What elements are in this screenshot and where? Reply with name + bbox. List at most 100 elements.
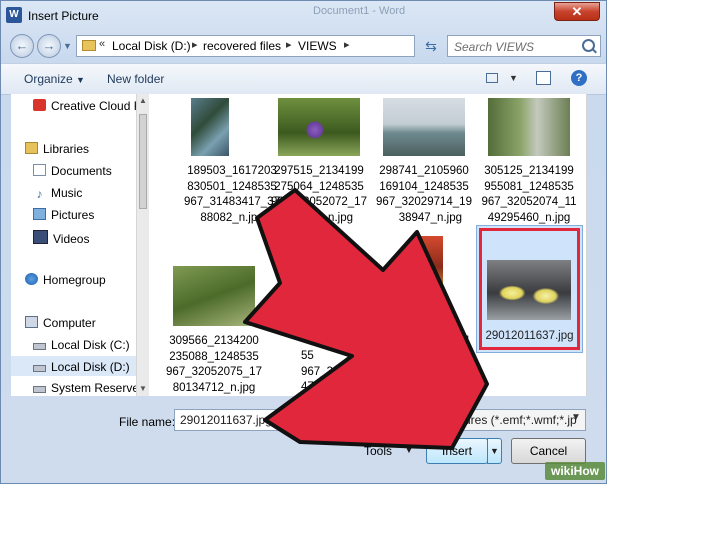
file-name-line: 967_31483417_37 — [184, 196, 280, 208]
file-name-line: 955081_1248535 — [484, 180, 574, 193]
nav-pane-scrollbar[interactable]: ▲ ▼ — [136, 94, 149, 396]
file-thumbnail[interactable] — [487, 260, 571, 320]
nav-item-local-disk-d[interactable]: Local Disk (D:) — [11, 356, 136, 376]
chevron-down-icon: ▼ — [490, 446, 499, 456]
nav-item-homegroup[interactable]: Homegroup — [25, 273, 106, 287]
file-thumbnail[interactable] — [173, 266, 255, 326]
file-name-line: 967_32052072_17 — [271, 196, 367, 208]
file-name-line: 189503_1617203 — [187, 165, 277, 177]
file-list-scrollbar[interactable]: ▲ ▼ — [586, 94, 587, 396]
file-name-field[interactable]: 29012011637.jpg — [174, 409, 432, 431]
file-list: 189503_1617203 830501_1248535 967_31483417… — [149, 94, 587, 396]
file-thumbnail[interactable] — [413, 236, 443, 298]
dialog-footer: File name: 29012011637.jpg Pictures (*.e… — [1, 397, 606, 483]
insert-picture-dialog: W Insert Picture Document1 - Word ✕ ← → … — [0, 0, 607, 484]
back-button[interactable]: ← — [10, 34, 34, 58]
organize-button[interactable]: Organize ▼ — [24, 72, 85, 86]
homegroup-icon — [25, 273, 38, 285]
file-name-line: 967_32029714_19 — [376, 196, 472, 208]
creative-cloud-icon — [33, 99, 46, 111]
command-toolbar: Organize ▼ New folder ▼ ? — [1, 63, 606, 95]
file-thumbnail[interactable] — [191, 98, 229, 156]
nav-item-label: Music — [51, 186, 83, 200]
insert-button[interactable]: Insert — [426, 438, 488, 464]
file-thumbnail[interactable] — [488, 98, 570, 156]
file-name-line: 49295460_n.jpg — [487, 211, 571, 224]
change-view-icon[interactable] — [486, 73, 498, 83]
search-icon — [582, 39, 595, 52]
file-type-select[interactable]: Pictures (*.emf;*.wmf;*.jp — [438, 409, 586, 431]
file-name-line: 80134712_n.jpg — [172, 381, 256, 394]
file-name-label: 298741_2105960 169104_1248535 967_32029714… — [376, 164, 472, 226]
file-name-label: 305125_2134199 955081_1248535 967_32052074… — [481, 164, 577, 226]
breadcrumb-local-disk-d[interactable]: Local Disk (D:) — [112, 39, 191, 53]
file-name-line: 169104_1248535 — [379, 180, 469, 193]
videos-icon — [33, 230, 48, 244]
file-name-line: 297515_2134199 — [274, 165, 364, 177]
file-name-line: 474905_n.jpg — [301, 381, 371, 393]
nav-item-libraries[interactable]: Libraries — [25, 142, 89, 156]
tools-menu-button[interactable]: Tools — [364, 444, 392, 458]
breadcrumb-overflow[interactable]: « — [99, 38, 105, 50]
file-name-line: 235088_1248535 — [169, 350, 259, 363]
insert-options-dropdown[interactable]: ▼ — [487, 438, 502, 464]
nav-item-creative-cloud[interactable]: Creative Cloud F — [33, 99, 141, 113]
help-icon[interactable]: ? — [571, 70, 587, 86]
pictures-icon — [33, 208, 46, 220]
selected-file-tile[interactable]: 29012011637.jpg — [476, 225, 583, 353]
search-input[interactable]: Search VIEWS — [447, 35, 601, 57]
nav-item-label: Videos — [53, 232, 90, 246]
libraries-icon — [25, 142, 38, 154]
scroll-up-icon[interactable]: ▲ — [139, 96, 147, 105]
breadcrumb-separator-icon: ▸ — [344, 39, 350, 51]
nav-item-label: Local Disk (D:) — [51, 360, 130, 374]
nav-item-computer[interactable]: Computer — [25, 316, 96, 330]
file-name-line: 38947_n.jpg — [398, 211, 462, 224]
address-bar[interactable]: « Local Disk (D:) ▸ recovered files ▸ VI… — [76, 35, 485, 57]
nav-item-label: Computer — [43, 316, 96, 330]
file-name-label: 55 967_32052 474905_n.jpg — [271, 349, 381, 396]
file-name-line: 1878.jpg — [424, 333, 469, 345]
chevron-down-icon[interactable]: ▼ — [404, 445, 414, 456]
nav-item-label: Libraries — [43, 142, 90, 156]
nav-item-label: Local Disk (C:) — [51, 338, 130, 352]
new-folder-button[interactable]: New folder — [107, 72, 164, 86]
file-thumbnail[interactable] — [383, 98, 465, 156]
chevron-down-icon[interactable]: ▼ — [571, 412, 581, 423]
refresh-icon: ⇆ — [425, 38, 437, 54]
scroll-down-icon[interactable]: ▼ — [139, 384, 147, 393]
nav-scrollbar-thumb[interactable] — [139, 114, 147, 209]
recent-locations-dropdown[interactable]: ▼ — [63, 41, 72, 51]
navigation-pane: Creative Cloud F Libraries Documents ♪ Mu… — [11, 94, 149, 396]
nav-item-music[interactable]: ♪ Music — [33, 186, 83, 201]
file-name-label: 29012011637.jpg — [485, 330, 574, 342]
file-thumbnail[interactable] — [278, 266, 328, 326]
nav-item-system-reserved[interactable]: System Reserved — [33, 381, 146, 395]
file-name-line: 309566_2134200 — [169, 335, 259, 347]
view-options-dropdown-icon[interactable]: ▼ — [509, 73, 518, 83]
close-icon: ✕ — [571, 4, 583, 19]
nav-item-documents[interactable]: Documents — [33, 164, 112, 178]
file-thumbnail[interactable] — [278, 98, 360, 156]
file-name-label: 189503_1617203 830501_1248535 967_31483417… — [184, 164, 280, 226]
file-name-line: 830501_1248535 — [187, 180, 277, 193]
cancel-button[interactable]: Cancel — [511, 438, 586, 464]
close-button[interactable]: ✕ — [554, 2, 600, 21]
nav-item-pictures[interactable]: Pictures — [33, 208, 94, 222]
file-name-line: 967_32052 — [301, 365, 359, 378]
refresh-button[interactable]: ⇆ — [421, 37, 441, 57]
nav-item-local-disk-c[interactable]: Local Disk (C:) — [33, 338, 130, 352]
file-name-label: File name: — [119, 415, 176, 429]
music-icon: ♪ — [36, 187, 43, 201]
nav-item-label: System Reserved — [51, 381, 146, 395]
breadcrumb-recovered-files[interactable]: recovered files — [203, 39, 281, 53]
file-name-line: 967_32052074_11 — [481, 196, 577, 208]
preview-pane-icon[interactable] — [536, 71, 551, 85]
nav-item-label: Documents — [51, 164, 112, 178]
file-name-label: 309566_2134200 235088_1248535 967_32052075… — [166, 334, 262, 396]
breadcrumb-views[interactable]: VIEWS — [298, 39, 337, 53]
nav-item-videos[interactable]: Videos — [33, 230, 89, 246]
nav-item-label: Pictures — [51, 208, 95, 222]
file-name-line: 298741_2105960 — [379, 165, 469, 177]
forward-button[interactable]: → — [37, 34, 61, 58]
